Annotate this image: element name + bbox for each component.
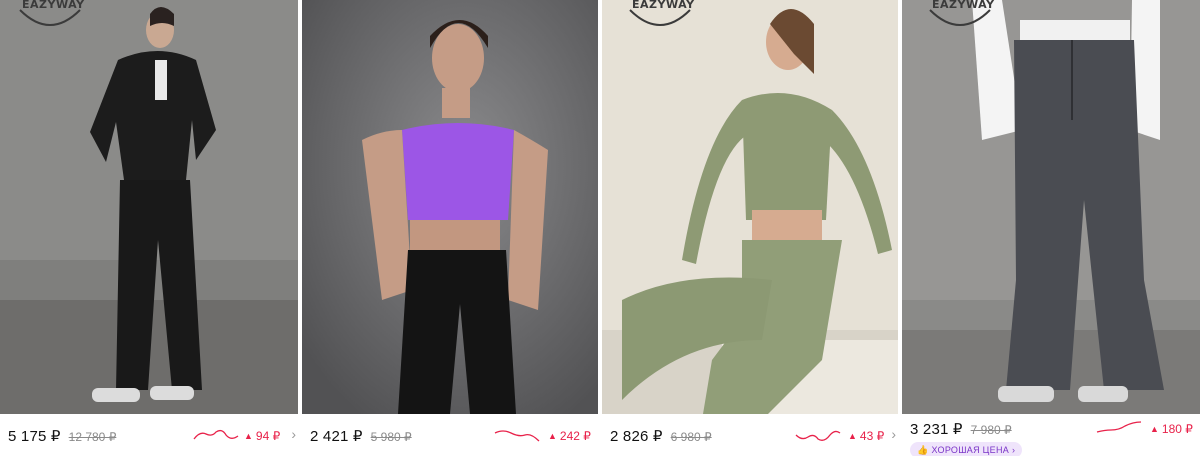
up-triangle-icon: ▲ <box>848 431 857 441</box>
price-trend-sparkline <box>193 429 239 440</box>
chevron-right-icon: › <box>1012 445 1016 455</box>
chevron-right-icon[interactable]: › <box>891 426 896 442</box>
price-delta: ▲ 242 ₽ <box>548 429 591 443</box>
product-photo[interactable] <box>0 0 298 414</box>
brand-logo-text: EAZYWAY <box>932 0 995 11</box>
chevron-right-icon[interactable]: › <box>291 426 296 442</box>
good-price-badge[interactable]: 👍 ХОРОШАЯ ЦЕНА › <box>910 442 1023 456</box>
brand-logo-text: EAZYWAY <box>22 0 85 11</box>
product-price: 5 175 ₽ <box>8 428 61 445</box>
price-trend-sparkline <box>494 430 540 442</box>
brand-logo: EAZYWAY <box>628 0 695 30</box>
brand-logo: EAZYWAY <box>18 0 85 30</box>
product-old-price: 6 980 ₽ <box>670 430 712 444</box>
good-price-badge-label: ХОРОШАЯ ЦЕНА <box>931 445 1010 455</box>
brand-logo-text: EAZYWAY <box>632 0 695 11</box>
price-delta-value: 242 ₽ <box>559 429 591 443</box>
product-price: 2 826 ₽ <box>610 428 663 445</box>
price-delta-value: 94 ₽ <box>255 429 281 443</box>
product-info: 3 231 ₽ 7 980 ₽ ▲ 180 ₽ 👍 ХОРОШАЯ ЦЕНА › <box>902 414 1200 456</box>
up-triangle-icon: ▲ <box>548 431 557 441</box>
product-info: 5 175 ₽ 12 780 ₽ ▲ 94 ₽ › <box>0 414 298 456</box>
product-card[interactable]: EAZYWAY 3 231 ₽ 7 980 ₽ ▲ 180 ₽ 👍 ХОРОША… <box>902 0 1200 456</box>
price-delta-value: 43 ₽ <box>859 429 885 443</box>
price-trend-sparkline <box>1096 421 1142 433</box>
up-triangle-icon: ▲ <box>1150 424 1159 434</box>
product-card[interactable]: EAZYWAY 5 175 ₽ 12 780 ₽ ▲ 94 ₽ › <box>0 0 298 456</box>
thumbs-up-icon: 👍 <box>917 444 929 455</box>
price-delta: ▲ 94 ₽ <box>244 429 280 443</box>
up-triangle-icon: ▲ <box>244 431 253 441</box>
price-delta-value: 180 ₽ <box>1161 422 1193 436</box>
product-info: 2 826 ₽ 6 980 ₽ ▲ 43 ₽ › <box>602 414 898 456</box>
product-card-row: EAZYWAY 5 175 ₽ 12 780 ₽ ▲ 94 ₽ › 2 421 … <box>0 0 1200 456</box>
product-price: 3 231 ₽ <box>910 421 963 438</box>
product-old-price: 12 780 ₽ <box>68 430 117 444</box>
product-photo[interactable] <box>302 0 598 414</box>
product-card[interactable]: EAZYWAY 2 826 ₽ 6 980 ₽ ▲ 43 ₽ › <box>602 0 898 456</box>
product-old-price: 5 980 ₽ <box>370 430 412 444</box>
price-trend-sparkline <box>795 430 841 441</box>
product-info: 2 421 ₽ 5 980 ₽ ▲ 242 ₽ <box>302 414 598 456</box>
product-card[interactable]: 2 421 ₽ 5 980 ₽ ▲ 242 ₽ <box>302 0 598 456</box>
price-delta: ▲ 43 ₽ <box>848 429 884 443</box>
price-delta: ▲ 180 ₽ <box>1150 422 1193 436</box>
product-old-price: 7 980 ₽ <box>970 423 1012 437</box>
product-photo[interactable] <box>902 0 1200 414</box>
brand-logo: EAZYWAY <box>928 0 995 30</box>
product-photo[interactable] <box>602 0 898 414</box>
product-price: 2 421 ₽ <box>310 428 363 445</box>
